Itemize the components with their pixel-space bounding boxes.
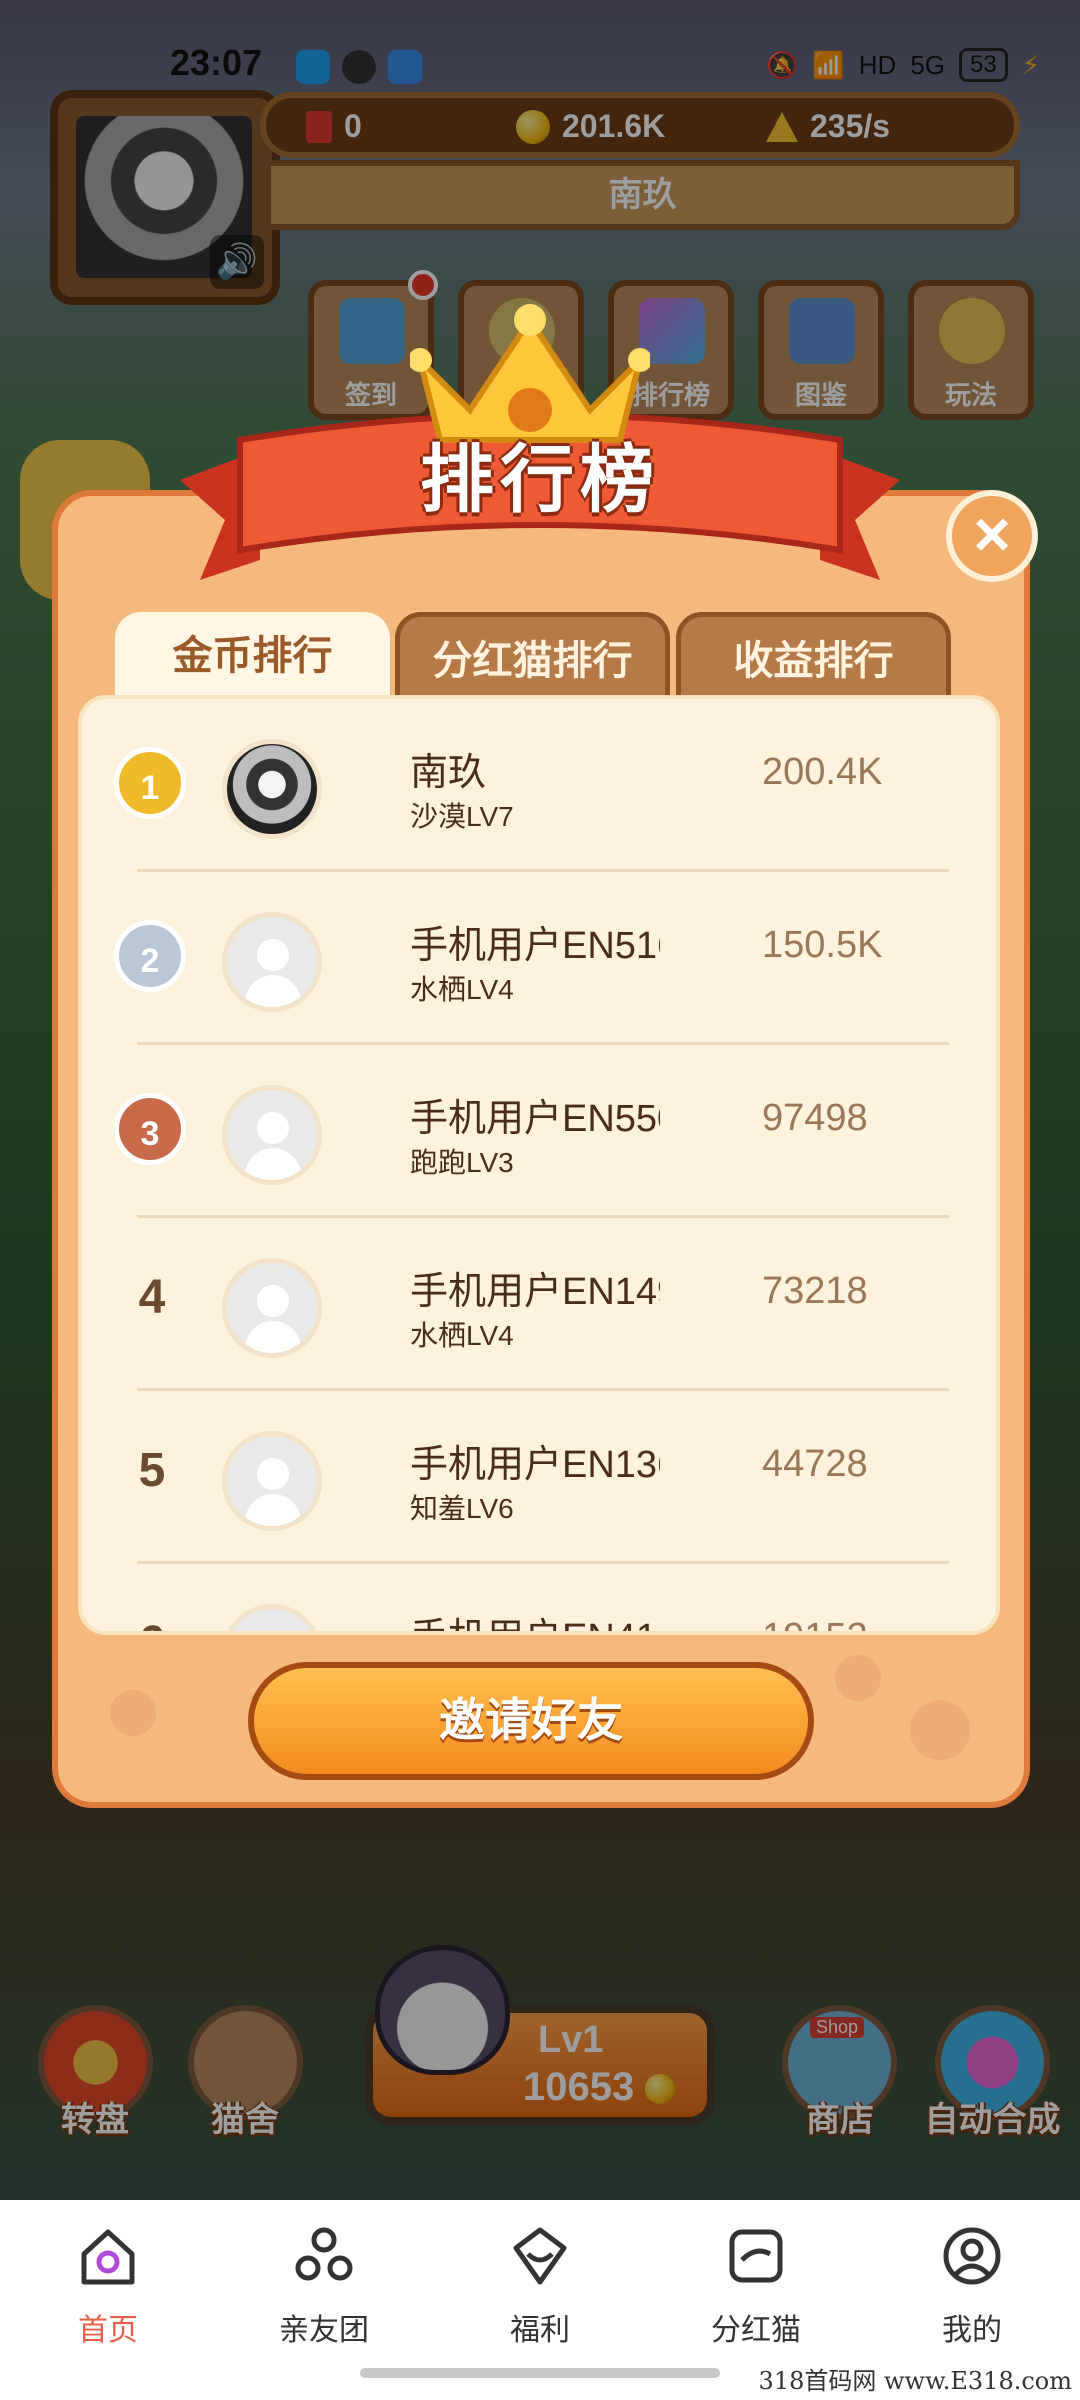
avatar-placeholder-icon xyxy=(222,1085,322,1185)
invite-friends-button[interactable]: 邀请好友 xyxy=(248,1662,814,1780)
nav-home-label: 首页 xyxy=(78,2314,138,2347)
ranking-row[interactable]: 2 手机用户EN516 水栖LV4 150.5K xyxy=(82,872,996,1045)
tab-income-ranking[interactable]: 收益排行 xyxy=(676,612,951,700)
player-score: 73218 xyxy=(762,1270,868,1312)
tab-gold-ranking[interactable]: 金币排行 xyxy=(115,612,390,700)
player-score: 44728 xyxy=(762,1443,868,1485)
bronze-medal-icon: 3 xyxy=(114,1093,186,1165)
avatar-placeholder-icon xyxy=(222,1604,322,1631)
player-name: 手机用户EN550 xyxy=(410,1098,660,1140)
player-score: 97498 xyxy=(762,1097,868,1139)
ranking-row[interactable]: 6 手机用户EN414 19152 xyxy=(82,1564,996,1631)
rank-number: 5 xyxy=(138,1444,166,1497)
player-score: 19152 xyxy=(762,1616,962,1631)
avatar-placeholder-icon xyxy=(222,1258,322,1358)
player-name: 手机用户EN516 xyxy=(410,925,660,967)
watermark: 318首码网 www.E318.com xyxy=(758,2367,1072,2395)
player-name: 手机用户EN149 xyxy=(410,1271,660,1313)
ranking-row[interactable]: 5 手机用户EN136 知羞LV6 44728 xyxy=(82,1391,996,1564)
player-name: 手机用户EN414 xyxy=(410,1606,660,1631)
avatar-placeholder-icon xyxy=(222,912,322,1012)
paw-decoration xyxy=(910,1700,970,1760)
profile-icon xyxy=(943,2227,1001,2285)
nav-friends-label: 亲友团 xyxy=(279,2314,369,2347)
group-icon xyxy=(295,2227,353,2281)
nav-friends-group[interactable]: 亲友团 xyxy=(216,2224,432,2349)
avatar-placeholder-icon xyxy=(222,1431,322,1531)
nav-profile[interactable]: 我的 xyxy=(864,2224,1080,2349)
nav-profile-label: 我的 xyxy=(942,2314,1002,2347)
home-icon xyxy=(81,2229,135,2285)
nav-welfare-label: 福利 xyxy=(510,2314,570,2347)
ranking-list[interactable]: 1 南玖 沙漠LV7 200.4K 2 手机用户EN516 水栖LV4 150.… xyxy=(78,695,1000,1635)
rank-number: 6 xyxy=(122,1616,182,1631)
player-score: 150.5K xyxy=(762,924,883,966)
player-level: 水栖LV4 xyxy=(410,974,514,1005)
paw-decoration xyxy=(110,1690,156,1736)
ranking-row[interactable]: 4 手机用户EN149 水栖LV4 73218 xyxy=(82,1218,996,1391)
silver-medal-icon: 2 xyxy=(114,920,186,992)
cat-box-icon xyxy=(729,2229,783,2283)
player-level: 跑跑LV3 xyxy=(410,1147,514,1178)
ranking-row[interactable]: 3 手机用户EN550 跑跑LV3 97498 xyxy=(82,1045,996,1218)
player-level: 沙漠LV7 xyxy=(410,801,514,832)
nav-dividend-cat[interactable]: 分红猫 xyxy=(648,2224,864,2349)
player-name: 南玖 xyxy=(410,752,487,794)
player-level: 知羞LV6 xyxy=(410,1493,514,1524)
rank-number: 4 xyxy=(138,1271,166,1324)
nav-dividend-cat-label: 分红猫 xyxy=(711,2314,801,2347)
ranking-row[interactable]: 1 南玖 沙漠LV7 200.4K xyxy=(82,699,996,872)
gold-medal-icon: 1 xyxy=(114,747,186,819)
player-name: 手机用户EN136 xyxy=(410,1444,660,1486)
player-level: 水栖LV4 xyxy=(410,1320,514,1351)
nav-welfare[interactable]: 福利 xyxy=(432,2224,648,2349)
player-score: 200.4K xyxy=(762,751,883,793)
home-indicator[interactable] xyxy=(360,2368,720,2378)
paw-decoration xyxy=(835,1655,881,1701)
nav-home[interactable]: 首页 xyxy=(0,2224,216,2349)
avatar xyxy=(222,739,322,839)
tab-dividend-cat-ranking[interactable]: 分红猫排行 xyxy=(395,612,670,700)
modal-title: 排行榜 xyxy=(420,438,660,521)
close-button[interactable]: × xyxy=(946,490,1038,582)
gift-heart-icon xyxy=(513,2227,567,2285)
